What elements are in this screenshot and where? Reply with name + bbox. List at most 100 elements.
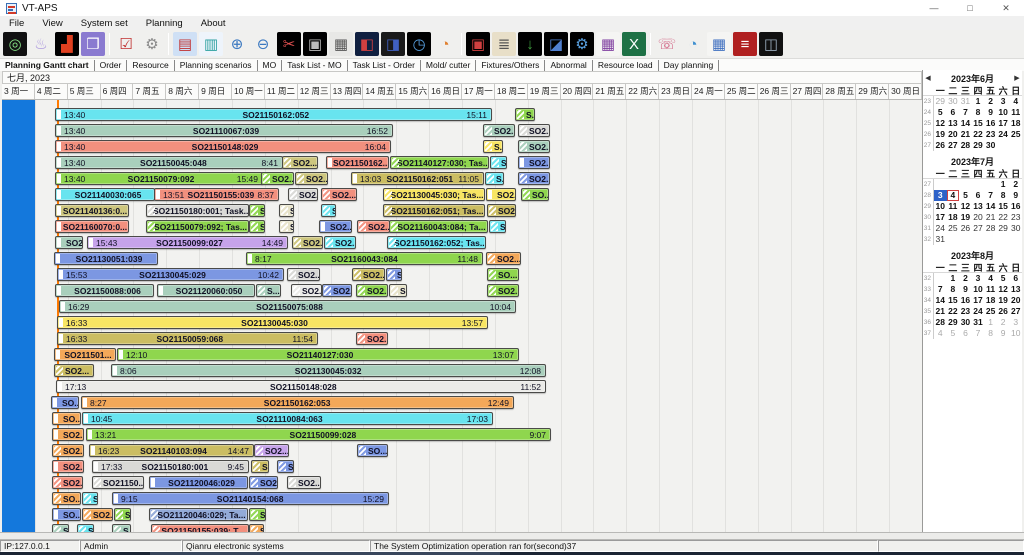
calendar-day[interactable]: 25 (947, 223, 960, 234)
teapot-icon[interactable]: ♨ (29, 32, 53, 56)
system-clock-icon[interactable]: ◎ (3, 32, 27, 56)
gantt-bar[interactable]: SO21130045:030; Tas... (383, 188, 485, 201)
day-header-cell[interactable]: 18 周二 (495, 84, 528, 99)
gantt-bar[interactable]: SO... (51, 396, 79, 409)
gantt-bar[interactable]: SO2... (357, 220, 390, 233)
gantt-bar[interactable]: SO21150155:039; T... (151, 524, 249, 532)
gantt-bar[interactable]: S. (386, 268, 402, 281)
calendar-day[interactable]: 31 (959, 96, 972, 107)
calendar-day[interactable]: 30 (947, 96, 960, 107)
grid-tiles-icon[interactable]: ◧ (355, 32, 379, 56)
gantt-bar[interactable]: 8:17 SO21160043:084 11:48 (246, 252, 483, 265)
day-header-cell[interactable]: 23 周日 (659, 84, 692, 99)
gantt-bar[interactable]: SO2... (518, 124, 550, 137)
day-header-cell[interactable]: 9 周日 (199, 84, 232, 99)
calendar-day[interactable]: 9 (1009, 190, 1022, 201)
calendar-day[interactable]: 20 (972, 212, 985, 223)
day-header-cell[interactable]: 7 周五 (133, 84, 167, 99)
day-header-cell[interactable]: 28 周五 (823, 84, 857, 99)
calendar-day[interactable]: 28 (984, 223, 997, 234)
gantt-bar[interactable]: S. (77, 524, 94, 532)
calendar-day[interactable]: 17 (934, 212, 947, 223)
gantt-bar[interactable]: SO2... (282, 156, 318, 169)
calendar-day[interactable]: 27 (972, 223, 985, 234)
gantt-bar[interactable]: 17:33 SO21150180:001 9:45 (92, 460, 249, 473)
folder-blue-icon[interactable]: ◪ (544, 32, 568, 56)
gantt-bar[interactable]: SO2... (52, 460, 84, 473)
gear-clock-icon[interactable]: ⚙ (570, 32, 594, 56)
calendar-day[interactable]: 1 (984, 317, 997, 328)
machine-icon[interactable]: ▣ (303, 32, 327, 56)
calendar-day[interactable]: 3 (972, 273, 985, 284)
person-phone-icon[interactable]: ☏ (655, 32, 679, 56)
calendar-day-selected[interactable]: 3 (933, 190, 947, 201)
gantt-bar[interactable]: SO21150180:001; Task... (146, 204, 249, 217)
gantt-bar[interactable]: SO21150... (92, 476, 144, 489)
tab-resource-load[interactable]: Resource load (593, 59, 659, 71)
gantt-bar[interactable]: SO2... (249, 476, 278, 489)
calendar-day[interactable]: 23 (1009, 212, 1022, 223)
calendar-day[interactable]: 27 (1009, 306, 1022, 317)
calendar-day[interactable]: 8 (947, 284, 960, 295)
day-header-cell[interactable]: 14 周五 (363, 84, 397, 99)
person-checklist-icon[interactable]: ☑ (114, 32, 138, 56)
gantt-bar[interactable]: 16:23 SO21140103:094 14:47 (89, 444, 254, 457)
calendar-day[interactable]: 6 (1009, 273, 1022, 284)
machine-red-icon[interactable]: ▣ (466, 32, 490, 56)
gantt-bar[interactable]: SO21140136:0... (55, 204, 129, 217)
gantt-bar[interactable]: SO2... (486, 252, 521, 265)
tab-task-list-mo[interactable]: Task List - MO (282, 59, 348, 71)
blocks-icon[interactable]: ◨ (381, 32, 405, 56)
calendar-day[interactable]: 17 (972, 295, 985, 306)
gantt-bar[interactable]: SO2... (319, 220, 352, 233)
floppy-icon[interactable]: ◫ (759, 32, 783, 56)
calendar-day[interactable]: 30 (959, 317, 972, 328)
calendar-day[interactable]: 26 (959, 223, 972, 234)
calendar-day[interactable]: 4 (984, 273, 997, 284)
gantt-bar[interactable]: 13:51 SO21150155:039 8:37 (154, 188, 279, 201)
calendar-day-today[interactable]: 4 (946, 190, 960, 201)
calendar-day[interactable]: 21 (934, 306, 947, 317)
calendar-day[interactable]: 3 (997, 96, 1010, 107)
gantt-bar[interactable]: S. (489, 220, 506, 233)
calendar-day[interactable]: 2 (997, 317, 1010, 328)
calendar-refresh-icon[interactable]: ▦ (707, 32, 731, 56)
calendar-day[interactable]: 28 (934, 317, 947, 328)
gantt-bar[interactable]: 13:40 SO21150079:092 15:49 (55, 172, 263, 185)
gantt-bar[interactable]: SO21160043:084; Ta... (389, 220, 488, 233)
horizontal-scrollbar[interactable] (0, 532, 1024, 540)
calendar-day[interactable]: 1 (972, 96, 985, 107)
gantt-chart[interactable]: 13:40 SO21150162:052 15:11 S. 13:40 SO2111006… (2, 100, 922, 532)
calendar-day[interactable]: 24 (972, 306, 985, 317)
calendar-day[interactable]: 22 (972, 129, 985, 140)
gantt-bar[interactable]: SO21160070:0... (55, 220, 129, 233)
calendar-day[interactable]: 9 (997, 328, 1010, 339)
maximize-button[interactable]: □ (952, 0, 988, 16)
day-header-cell[interactable]: 24 周一 (692, 84, 725, 99)
tab-mold-cutter[interactable]: Mold/ cutter (421, 59, 477, 71)
calendar-day[interactable]: 17 (997, 118, 1010, 129)
gantt-bar[interactable]: SO... (52, 492, 81, 505)
day-header-cell[interactable]: 6 周四 (101, 84, 134, 99)
calendar-day[interactable]: 16 (984, 118, 997, 129)
menu-about[interactable]: About (192, 18, 235, 29)
gantt-bar[interactable]: 13:03 SO21150162:051 11:05 (351, 172, 484, 185)
gantt-bar[interactable]: SO2... (518, 172, 550, 185)
gantt-bar[interactable]: S. (279, 220, 294, 233)
calendar-next-icon[interactable]: ▶ (1012, 74, 1022, 82)
minimize-button[interactable]: — (916, 0, 952, 16)
calendar-day[interactable]: 25 (1009, 129, 1022, 140)
gantt-bar[interactable]: 10:45 SO21110084:063 17:03 (82, 412, 493, 425)
calendar-day[interactable]: 4 (1009, 96, 1022, 107)
calendar-day[interactable]: 14 (959, 118, 972, 129)
gantt-bar[interactable]: SO... (487, 268, 519, 281)
gantt-bar[interactable]: 13:40 SO21110067:039 16:52 (55, 124, 393, 137)
calendar-day[interactable]: 16 (959, 295, 972, 306)
gantt-bar[interactable]: S. (249, 508, 266, 521)
gantt-bar[interactable]: 13:21 SO21150099:028 9:07 (86, 428, 551, 441)
calendar-folder-icon[interactable]: ❒ (81, 32, 105, 56)
calendar-day[interactable]: 30 (1009, 223, 1022, 234)
calendar-day[interactable]: 13 (972, 201, 985, 212)
gantt-bar[interactable]: 12:10 SO21140127:030 13:07 (117, 348, 519, 361)
calendar-day[interactable]: 25 (984, 306, 997, 317)
